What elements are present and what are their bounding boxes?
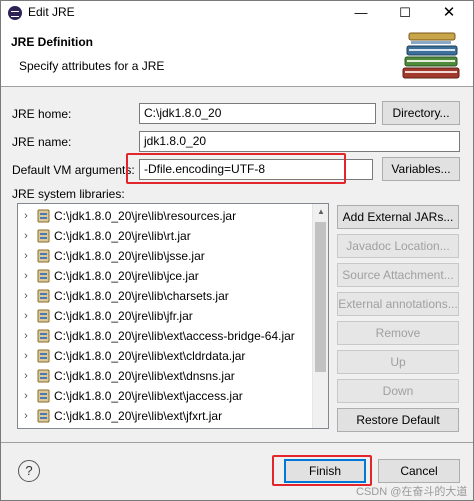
jre-name-label: JRE name:	[12, 135, 72, 149]
jar-file-icon	[37, 249, 50, 263]
jar-file-icon	[37, 349, 50, 363]
expand-chevron-icon[interactable]: ›	[21, 329, 31, 343]
javadoc-location-button[interactable]: Javadoc Location...	[337, 234, 459, 258]
remove-button[interactable]: Remove	[337, 321, 459, 345]
jar-file-icon	[37, 229, 50, 243]
jre-home-input[interactable]: C:\jdk1.8.0_20	[139, 103, 376, 124]
jre-home-label: JRE home:	[12, 107, 72, 121]
eclipse-icon	[8, 6, 22, 20]
library-row[interactable]: › C:\jdk1.8.0_20\jre\lib\ext\jfxrt.jar	[18, 406, 314, 426]
library-path: C:\jdk1.8.0_20\jre\lib\ext\dnsns.jar	[54, 369, 235, 383]
header-subtitle: Specify attributes for a JRE	[19, 59, 165, 73]
jar-file-icon	[37, 409, 50, 423]
library-row[interactable]: › C:\jdk1.8.0_20\jre\lib\jfr.jar	[18, 306, 314, 326]
library-row[interactable]: › C:\jdk1.8.0_20\jre\lib\ext\jaccess.jar	[18, 386, 314, 406]
header-title: JRE Definition	[11, 35, 94, 49]
library-path: C:\jdk1.8.0_20\jre\lib\ext\jfxrt.jar	[54, 409, 223, 423]
library-row[interactable]: › C:\jdk1.8.0_20\jre\lib\charsets.jar	[18, 286, 314, 306]
source-attachment-button[interactable]: Source Attachment...	[337, 263, 459, 287]
cancel-button[interactable]: Cancel	[378, 459, 460, 483]
restore-default-button[interactable]: Restore Default	[337, 408, 459, 432]
library-row[interactable]: › C:\jdk1.8.0_20\jre\lib\jsse.jar	[18, 246, 314, 266]
expand-chevron-icon[interactable]: ›	[21, 229, 31, 243]
library-path: C:\jdk1.8.0_20\jre\lib\jce.jar	[54, 269, 199, 283]
library-row[interactable]: ›C:\jdk1.8.0_20\jre\lib\ext\localedata.j…	[18, 426, 314, 428]
window-title: Edit JRE	[28, 5, 75, 19]
external-annotations-button[interactable]: External annotations...	[337, 292, 459, 316]
expand-chevron-icon[interactable]: ›	[21, 269, 31, 283]
maximize-button[interactable]: ☐	[383, 1, 427, 25]
down-button[interactable]: Down	[337, 379, 459, 403]
jar-file-icon	[37, 329, 50, 343]
expand-chevron-icon[interactable]: ›	[21, 289, 31, 303]
jar-file-icon	[37, 289, 50, 303]
library-books-icon	[402, 32, 460, 79]
vm-args-input[interactable]: -Dfile.encoding=UTF-8	[139, 159, 373, 180]
library-row[interactable]: › C:\jdk1.8.0_20\jre\lib\jce.jar	[18, 266, 314, 286]
directory-button[interactable]: Directory...	[382, 101, 460, 125]
expand-chevron-icon[interactable]: ›	[21, 309, 31, 323]
expand-chevron-icon[interactable]: ›	[21, 209, 31, 223]
scroll-thumb[interactable]	[315, 222, 326, 372]
jar-file-icon	[37, 369, 50, 383]
footer-separator	[1, 442, 473, 443]
library-path: C:\jdk1.8.0_20\jre\lib\ext\access-bridge…	[54, 329, 295, 343]
expand-chevron-icon[interactable]: ›	[21, 389, 31, 403]
close-button[interactable]: ✕	[427, 1, 471, 25]
vm-args-label: Default VM arguments:	[12, 163, 135, 177]
library-row[interactable]: › C:\jdk1.8.0_20\jre\lib\ext\cldrdata.jar	[18, 346, 314, 366]
library-path: C:\jdk1.8.0_20\jre\lib\jfr.jar	[54, 309, 193, 323]
library-path: C:\jdk1.8.0_20\jre\lib\ext\jaccess.jar	[54, 389, 243, 403]
library-row[interactable]: › C:\jdk1.8.0_20\jre\lib\ext\access-bridg…	[18, 326, 314, 346]
jre-name-input[interactable]: jdk1.8.0_20	[139, 131, 460, 152]
dialog-header: JRE Definition Specify attributes for a …	[1, 25, 473, 87]
help-button[interactable]: ?	[18, 460, 40, 482]
library-row[interactable]: › C:\jdk1.8.0_20\jre\lib\rt.jar	[18, 226, 314, 246]
scroll-up-arrow-icon[interactable]: ▲	[313, 204, 328, 220]
edit-jre-dialog: Edit JRE — ☐ ✕ JRE Definition Specify at…	[0, 0, 474, 501]
libraries-scrollbar[interactable]: ▲	[312, 204, 328, 428]
expand-chevron-icon[interactable]: ›	[21, 409, 31, 423]
minimize-button[interactable]: —	[339, 1, 383, 25]
library-path: C:\jdk1.8.0_20\jre\lib\jsse.jar	[54, 249, 205, 263]
variables-button[interactable]: Variables...	[382, 157, 460, 181]
library-row[interactable]: › C:\jdk1.8.0_20\jre\lib\resources.jar	[18, 206, 314, 226]
jar-file-icon	[37, 309, 50, 323]
jar-file-icon	[37, 209, 50, 223]
jar-file-icon	[37, 389, 50, 403]
title-bar: Edit JRE — ☐ ✕	[1, 1, 473, 25]
library-row[interactable]: › C:\jdk1.8.0_20\jre\lib\ext\dnsns.jar	[18, 366, 314, 386]
expand-chevron-icon[interactable]: ›	[21, 249, 31, 263]
system-libraries-tree[interactable]: › C:\jdk1.8.0_20\jre\lib\resources.jar › C:…	[17, 203, 329, 429]
expand-chevron-icon[interactable]: ›	[21, 369, 31, 383]
expand-chevron-icon[interactable]: ›	[21, 349, 31, 363]
library-path: C:\jdk1.8.0_20\jre\lib\rt.jar	[54, 229, 191, 243]
library-path: C:\jdk1.8.0_20\jre\lib\charsets.jar	[54, 289, 229, 303]
add-external-jars-button[interactable]: Add External JARs...	[337, 205, 459, 229]
library-path: C:\jdk1.8.0_20\jre\lib\ext\cldrdata.jar	[54, 349, 246, 363]
csdn-watermark: CSDN @在奋斗的大道	[356, 486, 468, 498]
up-button[interactable]: Up	[337, 350, 459, 374]
jar-file-icon	[37, 269, 50, 283]
system-libraries-label: JRE system libraries:	[12, 187, 125, 201]
finish-button[interactable]: Finish	[284, 459, 366, 483]
library-path: C:\jdk1.8.0_20\jre\lib\resources.jar	[54, 209, 237, 223]
